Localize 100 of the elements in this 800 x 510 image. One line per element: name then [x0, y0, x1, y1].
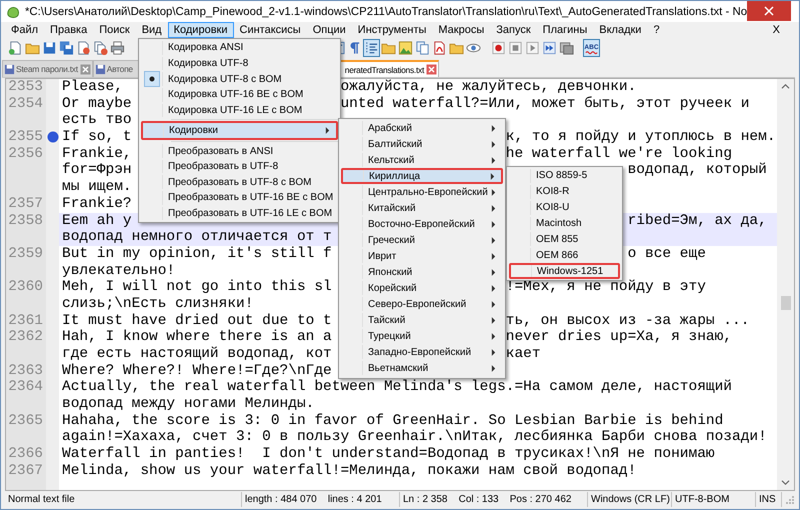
code-text: ribed=Эм, ах да, — [628, 212, 767, 230]
code-text: ть, он высох из -за жары ... — [506, 312, 750, 330]
menu-item[interactable]: Северо-Европейский — [341, 296, 503, 312]
menu-item[interactable]: Арабский — [341, 120, 503, 136]
toolbar-button[interactable] — [541, 39, 558, 57]
code-text: Or maybe — [62, 96, 132, 112]
menu-item[interactable]: Преобразовать в UTF-8 с BOM — [141, 174, 338, 190]
menu-item[interactable]: Макросы — [432, 22, 490, 38]
menu-item[interactable]: Запуск — [490, 22, 537, 38]
submenu-arrow-icon — [490, 172, 495, 180]
menu-item[interactable]: Кодировка UTF-8 с BOM — [141, 71, 338, 88]
close-icon[interactable] — [426, 64, 438, 75]
app-icon — [6, 4, 20, 18]
menu-item[interactable]: Преобразовать в UTF-8 — [141, 158, 338, 174]
toolbar-button[interactable] — [414, 39, 431, 57]
scroll-down-icon[interactable] — [781, 479, 790, 486]
submenu-arrow-icon — [491, 348, 496, 356]
line-number: 2365 — [8, 412, 43, 430]
toolbar-button[interactable] — [109, 39, 126, 57]
close-icon[interactable] — [80, 64, 91, 74]
menu-item[interactable]: Балтийский — [341, 136, 503, 152]
close-button[interactable] — [747, 1, 791, 21]
scroll-thumb[interactable] — [780, 296, 790, 310]
scrollbar[interactable] — [777, 79, 794, 490]
scroll-up-icon[interactable] — [781, 83, 790, 90]
menu-item[interactable]: Центрально-Европейский — [341, 184, 503, 200]
status-text: Windows (CR LF) — [588, 492, 672, 507]
toolbar-button[interactable] — [507, 39, 524, 57]
submenu-arrow-icon — [491, 156, 496, 164]
menu-item[interactable]: KOI8-U — [509, 200, 620, 216]
menu-item[interactable]: Греческий — [341, 232, 503, 248]
code-text: кает — [506, 346, 541, 363]
toolbar-button[interactable] — [363, 39, 380, 57]
submenu-arrow-icon — [491, 204, 496, 212]
menu-item[interactable]: OEM 855 — [509, 231, 620, 248]
menu-item[interactable]: Кодировка UTF-8 — [141, 56, 338, 72]
menu-item[interactable]: Кодировка UTF-16 LE с BOM — [141, 102, 338, 118]
menu-item[interactable]: Macintosh — [509, 216, 620, 232]
code-text: Actually, the real waterfall between Melinda's legs.=На самом деле, настоящий — [62, 379, 732, 396]
menu-item[interactable]: ? — [647, 22, 666, 38]
menu-item[interactable]: Западно-Европейский — [341, 344, 503, 360]
toolbar-button[interactable] — [490, 39, 507, 57]
close-document-button[interactable]: X — [770, 24, 783, 36]
menu-item[interactable]: Вкладки — [593, 22, 648, 38]
menu-item[interactable]: Кириллица — [341, 168, 503, 184]
toolbar-button[interactable] — [58, 39, 75, 57]
fast-forward-icon — [542, 40, 557, 56]
line-number: 2360 — [8, 279, 43, 296]
document-icon — [8, 40, 23, 56]
submenu-arrow-icon — [491, 220, 496, 228]
menu-item[interactable]: Кодировки — [141, 121, 338, 140]
line-number: 2362 — [8, 329, 43, 346]
menu-item[interactable]: ISO 8859-5 — [509, 168, 620, 184]
code-text: Eem ah y — [62, 212, 132, 230]
line-number: 2356 — [8, 146, 43, 162]
menu-item[interactable]: Кодировки — [168, 22, 234, 38]
menu-item[interactable]: Преобразовать в ANSI — [141, 143, 338, 159]
tab[interactable]: Steam пароли.txt — [2, 60, 93, 77]
menu-item[interactable]: Тайский — [341, 312, 503, 328]
toolbar-button[interactable] — [397, 39, 414, 57]
menu-item[interactable]: Турецкий — [341, 328, 503, 344]
menu-item[interactable]: OEM 866 — [509, 247, 620, 264]
menu-item[interactable]: Корейский — [341, 280, 503, 296]
toolbar-button[interactable] — [92, 39, 109, 57]
code-text: unted waterfall?=Или, может быть, этот ручеек и — [340, 96, 750, 112]
menu-item[interactable]: Преобразовать в UTF-16 LE с BOM — [141, 206, 338, 222]
menu-item[interactable]: Файл — [5, 22, 44, 38]
pdf-document-icon — [432, 40, 447, 56]
menu-item[interactable]: Восточно-Европейский — [341, 216, 503, 232]
resize-grip-icon[interactable] — [785, 494, 795, 504]
menu-item[interactable]: Кельтский — [341, 152, 503, 168]
line-number: 2363 — [8, 362, 43, 380]
code-text: But in my opinion, it's still f — [62, 246, 332, 263]
menu-item[interactable]: Кодировка ANSI — [141, 40, 338, 56]
menu-item[interactable]: Вид — [136, 22, 168, 38]
menu-item[interactable]: Плагины — [536, 22, 594, 38]
menu-item[interactable]: Синтаксисы — [234, 22, 307, 38]
menu-item[interactable]: Кодировка UTF-16 BE с BOM — [141, 87, 338, 103]
menu-item[interactable]: Вьетнамский — [341, 360, 503, 376]
menu-item[interactable]: KOI8-R — [509, 184, 620, 200]
menu-item[interactable]: Инструменты — [352, 22, 432, 38]
printer-icon — [110, 40, 125, 56]
indent-guide-icon — [364, 40, 379, 56]
code-text: ожалуйста, не жалуйтесь, девчонки. — [340, 79, 636, 96]
menu-item[interactable]: Иврит — [341, 248, 503, 264]
code-text: he waterfall we're looking — [506, 146, 732, 162]
menu-item[interactable]: Опции — [306, 22, 352, 38]
submenu-arrow-icon — [325, 127, 330, 134]
menu-item[interactable]: Преобразовать в UTF-16 BE с BOM — [141, 190, 338, 206]
menu-item[interactable]: Поиск — [93, 22, 136, 38]
menu-item[interactable]: Японский — [341, 264, 503, 280]
code-text: If so, t — [62, 129, 132, 146]
tab[interactable]: neratedTranslations.txt — [340, 60, 440, 77]
submenu-arrow-icon — [491, 300, 496, 308]
menu-item[interactable]: Windows-1251 — [509, 263, 620, 280]
status-text: length : 484 070 lines : 4 201 — [242, 492, 400, 507]
toolbar-button[interactable] — [524, 39, 541, 57]
code-text: !=Мех, я не пойду в эту — [506, 279, 706, 296]
menu-item[interactable]: Правка — [44, 22, 94, 38]
menu-item[interactable]: Китайский — [341, 200, 503, 216]
